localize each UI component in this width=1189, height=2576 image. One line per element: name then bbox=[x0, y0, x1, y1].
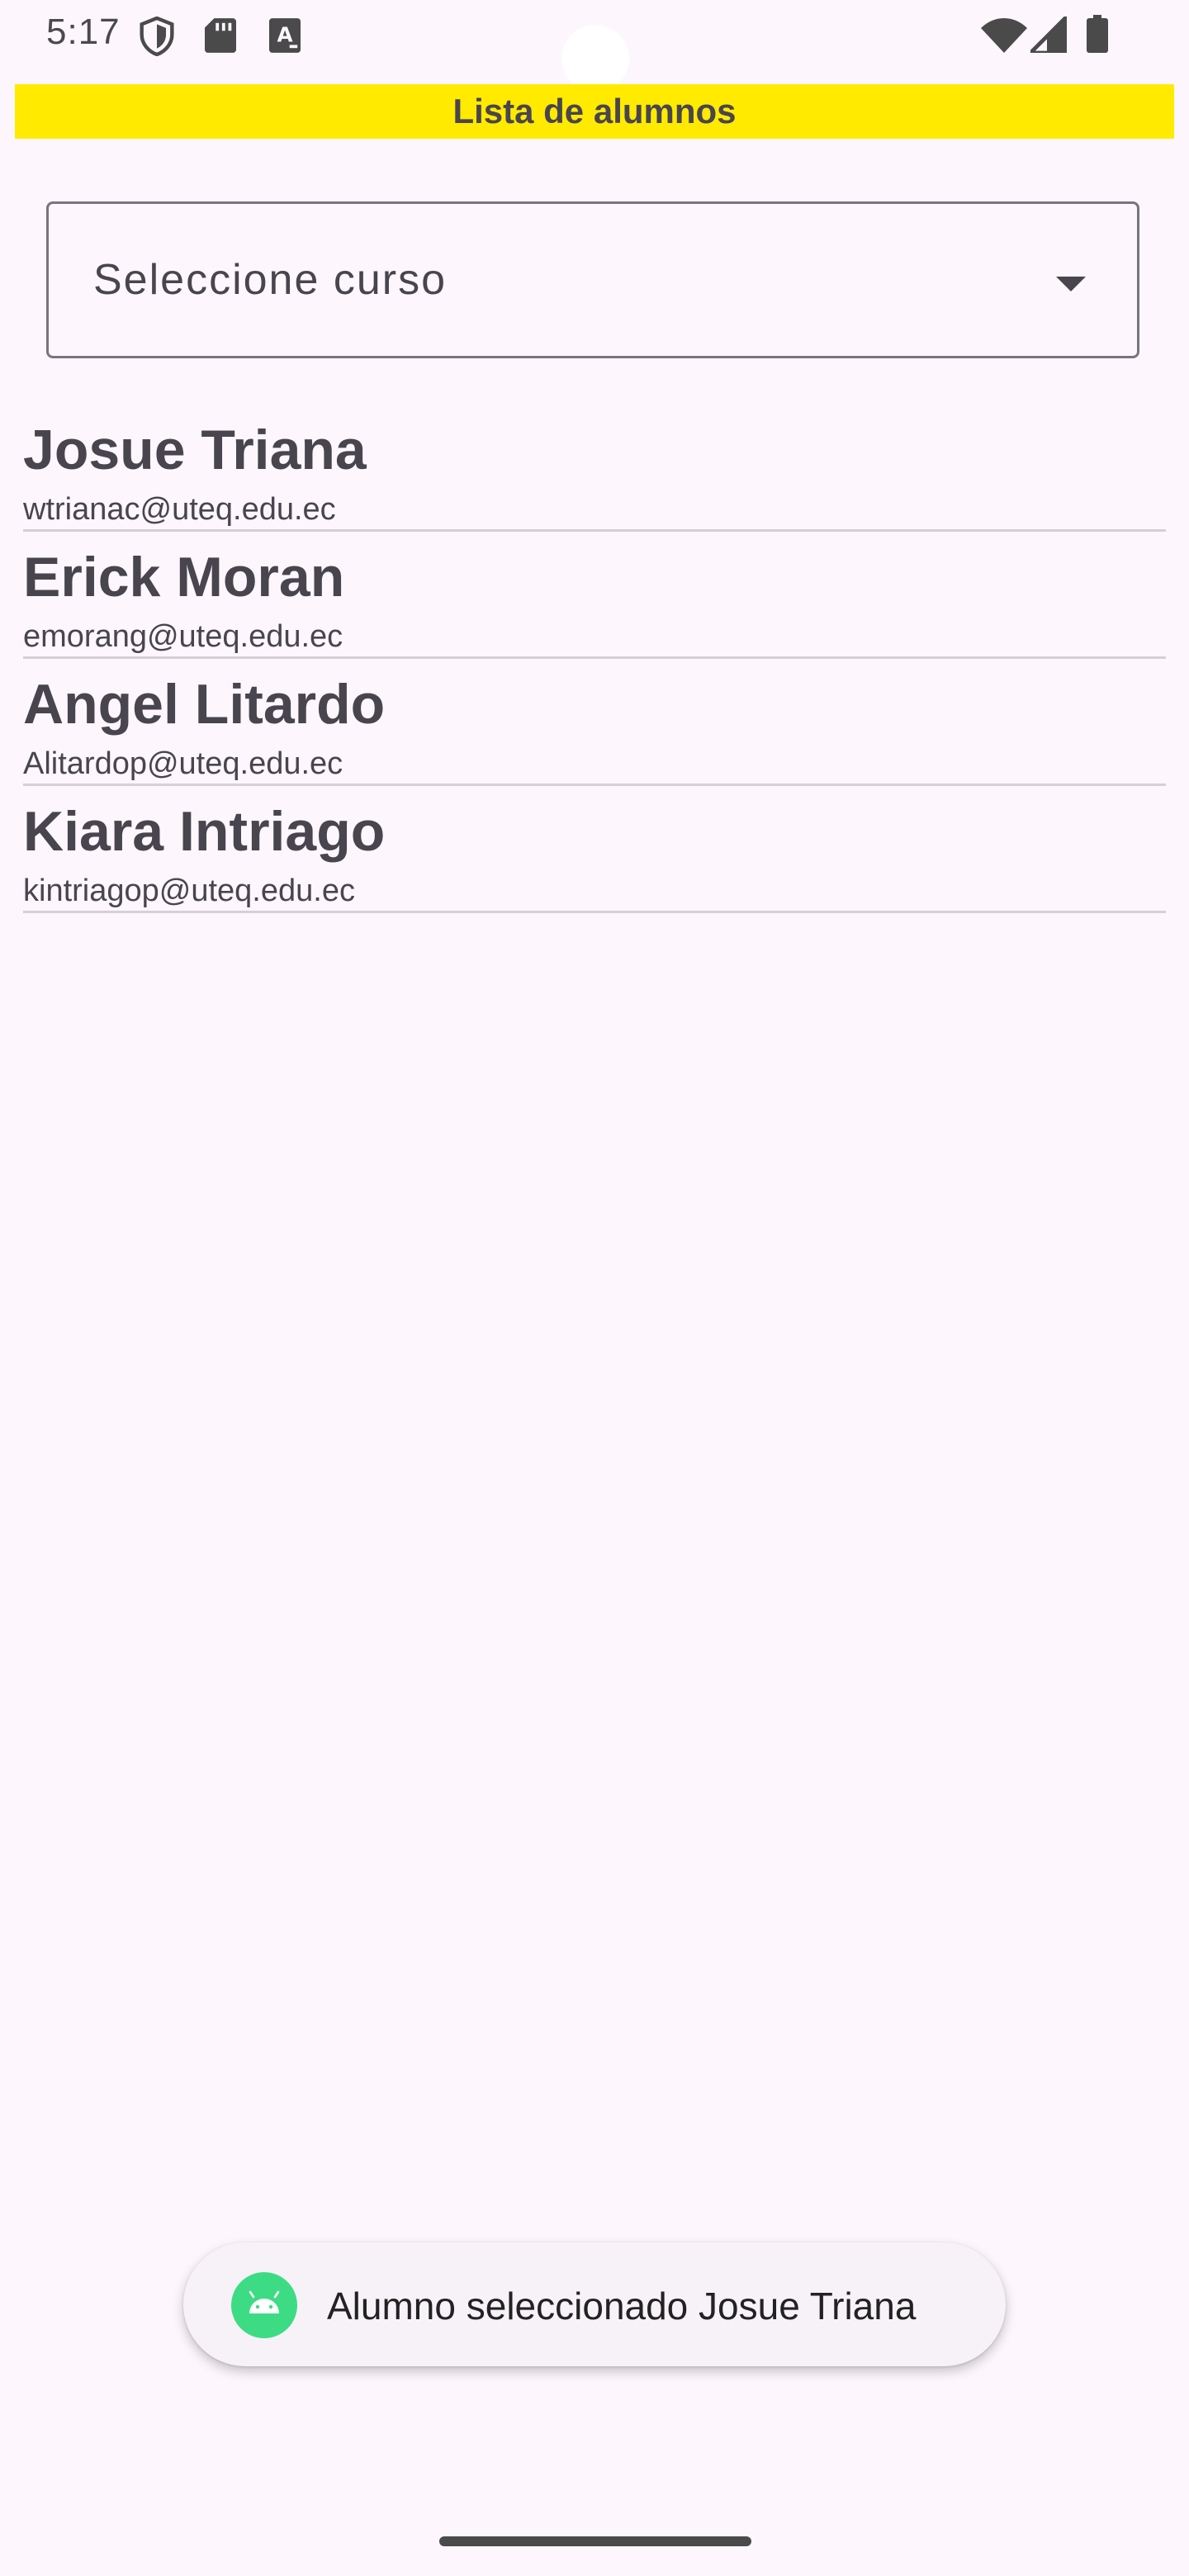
course-dropdown[interactable]: Seleccione curso bbox=[46, 201, 1139, 358]
student-email: Alitardop@uteq.edu.ec bbox=[23, 746, 343, 781]
list-item[interactable]: Josue Triana wtrianac@uteq.edu.ec bbox=[23, 406, 1166, 532]
student-name: Angel Litardo bbox=[23, 673, 386, 736]
dropdown-arrow-icon bbox=[1056, 277, 1086, 296]
shield-icon bbox=[139, 16, 175, 60]
student-list: Josue Triana wtrianac@uteq.edu.ec Erick … bbox=[23, 406, 1166, 915]
sd-card-icon bbox=[205, 18, 236, 57]
toast-text: Alumno seleccionado Josue Triana bbox=[327, 2285, 917, 2327]
list-item[interactable]: Erick Moran emorang@uteq.edu.ec bbox=[23, 533, 1166, 659]
svg-text:A: A bbox=[277, 23, 292, 47]
app-title-bar: Lista de alumnos bbox=[15, 84, 1174, 139]
list-item[interactable]: Angel Litardo Alitardop@uteq.edu.ec bbox=[23, 661, 1166, 786]
student-email: wtrianac@uteq.edu.ec bbox=[23, 492, 336, 527]
student-email: emorang@uteq.edu.ec bbox=[23, 619, 343, 654]
list-item[interactable]: Kiara Intriago kintriagop@uteq.edu.ec bbox=[23, 788, 1166, 913]
student-name: Erick Moran bbox=[23, 546, 345, 608]
android-icon bbox=[231, 2272, 297, 2338]
status-bar: 5:17 A bbox=[0, 0, 1189, 92]
battery-icon bbox=[1087, 15, 1108, 57]
student-name: Josue Triana bbox=[23, 419, 367, 481]
a-text-icon: A bbox=[269, 18, 301, 57]
wifi-icon bbox=[981, 18, 1027, 57]
student-email: kintriagop@uteq.edu.ec bbox=[23, 874, 355, 908]
gesture-nav-handle[interactable] bbox=[439, 2536, 751, 2546]
camera-cutout bbox=[561, 25, 629, 92]
toast-message: Alumno seleccionado Josue Triana bbox=[183, 2242, 1006, 2366]
signal-icon bbox=[1026, 12, 1069, 57]
status-time: 5:17 bbox=[46, 12, 121, 52]
page-title: Lista de alumnos bbox=[452, 92, 737, 130]
student-name: Kiara Intriago bbox=[23, 800, 386, 863]
course-dropdown-label: Seleccione curso bbox=[93, 256, 447, 304]
